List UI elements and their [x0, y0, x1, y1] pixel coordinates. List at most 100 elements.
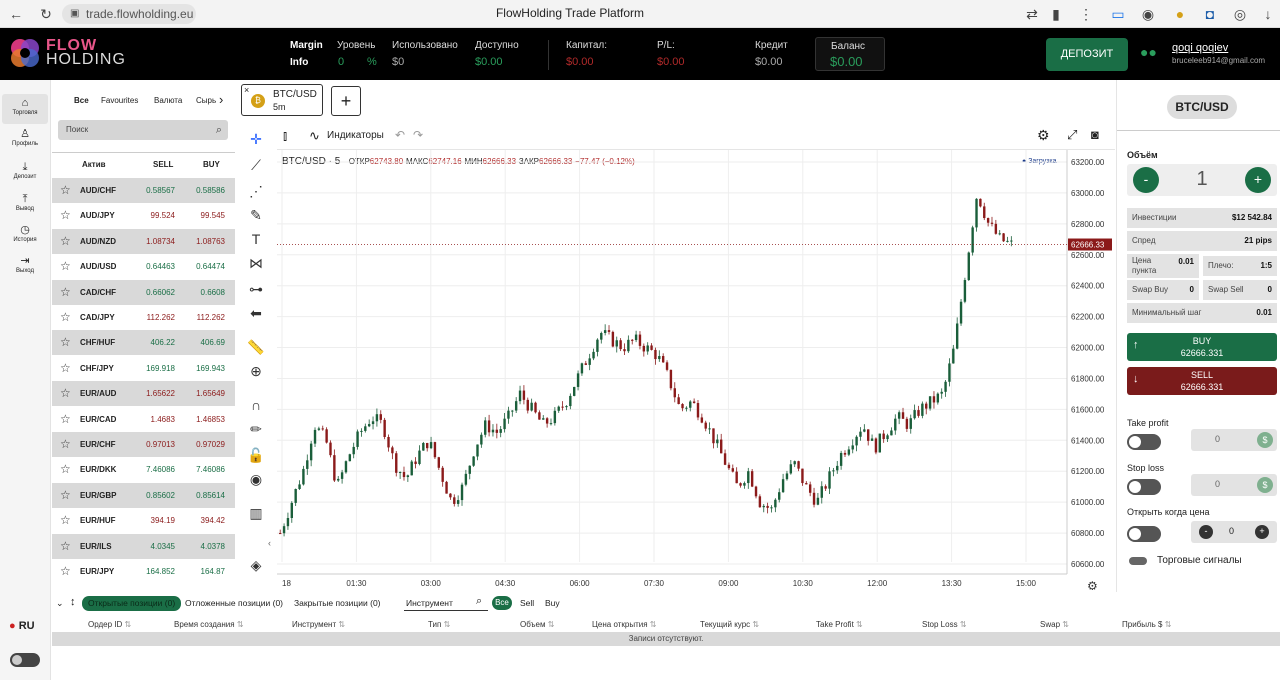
star-icon[interactable]: ☆: [60, 229, 71, 254]
market-row[interactable]: ☆ CAD/CHF 0.66062 0.6608: [52, 279, 235, 305]
zoom-in-icon[interactable]: ⊕: [247, 362, 265, 380]
column-header[interactable]: Цена открытия ⇅: [592, 620, 657, 629]
crosshair-icon[interactable]: ✛: [247, 130, 265, 148]
column-header[interactable]: Ордер ID ⇅: [88, 620, 131, 629]
market-row[interactable]: ☆ CAD/JPY 112.262 112.262: [52, 305, 235, 330]
sort-icon[interactable]: ⇅: [125, 620, 132, 629]
volume-stepper[interactable]: - 1 +: [1127, 164, 1277, 196]
market-row[interactable]: ☆ EUR/JPY 164.852 164.87: [52, 559, 235, 584]
open-when-plus[interactable]: +: [1255, 525, 1269, 539]
site-info-icon[interactable]: ▣: [70, 4, 79, 24]
star-icon[interactable]: ☆: [60, 330, 71, 355]
sell-price[interactable]: 394.19: [129, 508, 175, 533]
sell-button[interactable]: ↓ SELL 62666.331: [1127, 367, 1277, 395]
star-icon[interactable]: ☆: [60, 432, 71, 457]
reload-icon[interactable]: ↻: [38, 6, 54, 22]
filter-all[interactable]: Все: [492, 596, 512, 610]
sell-price[interactable]: 0.64463: [129, 254, 175, 279]
search-input[interactable]: Поиск ⌕: [58, 120, 228, 140]
column-header[interactable]: Объем ⇅: [520, 620, 554, 629]
magnet-icon[interactable]: ∩: [247, 396, 265, 414]
translate-icon[interactable]: ⇄: [1024, 6, 1040, 22]
market-row[interactable]: ☆ EUR/AUD 1.65622 1.65649: [52, 381, 235, 407]
fib-icon[interactable]: ⋰: [247, 182, 265, 200]
buy-price[interactable]: 169.943: [179, 356, 225, 381]
buy-price[interactable]: 0.97029: [179, 432, 225, 457]
star-icon[interactable]: ☆: [60, 559, 71, 584]
buy-price[interactable]: 112.262: [179, 305, 225, 330]
buy-button[interactable]: ↑ BUY 62666.331: [1127, 333, 1277, 361]
camera-ext-icon[interactable]: ◘: [1202, 6, 1218, 22]
sell-price[interactable]: 164.852: [129, 559, 175, 584]
pattern-icon[interactable]: ⋈: [247, 254, 265, 272]
sell-price[interactable]: 7.46086: [129, 457, 175, 482]
buy-price[interactable]: 164.87: [179, 559, 225, 584]
sell-price[interactable]: 0.97013: [129, 432, 175, 457]
sort-icon[interactable]: ⇅: [548, 620, 555, 629]
sort-icon[interactable]: ⇅: [237, 620, 244, 629]
column-header[interactable]: Swap ⇅: [1040, 620, 1069, 629]
star-icon[interactable]: ☆: [60, 483, 71, 508]
user-name[interactable]: qoqi qoqiev: [1172, 42, 1228, 54]
market-row[interactable]: ☆ AUD/NZD 1.08734 1.08763: [52, 228, 235, 254]
chat-icon[interactable]: ●●: [1140, 44, 1157, 60]
extension-icon[interactable]: ●: [1172, 6, 1188, 22]
search-icon[interactable]: ⌕: [216, 120, 222, 140]
sl-input[interactable]: 0 $: [1191, 474, 1277, 496]
theme-toggle[interactable]: [10, 653, 40, 667]
sort-icon[interactable]: ⇅: [960, 620, 967, 629]
nav-withdraw[interactable]: ⤒ Вывод: [2, 193, 48, 223]
sell-price[interactable]: 169.918: [129, 356, 175, 381]
market-row[interactable]: ☆ EUR/CAD 1.4683 1.46853: [52, 407, 235, 432]
trash-icon[interactable]: ▥: [247, 504, 265, 522]
star-icon[interactable]: ☆: [60, 305, 71, 330]
sell-price[interactable]: 0.58567: [129, 178, 175, 203]
sort-icon[interactable]: ⇅: [752, 620, 759, 629]
column-header[interactable]: Take Profit ⇅: [816, 620, 863, 629]
brush-icon[interactable]: ✎: [247, 206, 265, 224]
category-commodities[interactable]: Сырь: [196, 96, 216, 105]
tab-closed-positions[interactable]: Закрытые позиции (0): [294, 598, 381, 608]
buy-price[interactable]: 0.6608: [179, 280, 225, 305]
buy-price[interactable]: 99.545: [179, 203, 225, 228]
star-icon[interactable]: ☆: [60, 178, 71, 203]
star-icon[interactable]: ☆: [60, 280, 71, 305]
buy-price[interactable]: 394.42: [179, 508, 225, 533]
category-all[interactable]: Все: [74, 96, 89, 105]
market-row[interactable]: ☆ EUR/HUF 394.19 394.42: [52, 508, 235, 533]
tab-pending-positions[interactable]: Отложенные позиции (0): [185, 598, 283, 608]
column-header[interactable]: Время создания ⇅: [174, 620, 244, 629]
candle-type-icon[interactable]: ⫾: [283, 128, 287, 144]
filter-buy[interactable]: Buy: [545, 598, 560, 608]
resize-icon[interactable]: ↕: [70, 596, 76, 608]
lock-icon[interactable]: 🔓: [247, 446, 265, 464]
market-row[interactable]: ☆ CHF/HUF 406.22 406.69: [52, 330, 235, 356]
layers-icon[interactable]: ◈: [247, 556, 265, 574]
star-icon[interactable]: ☆: [60, 381, 71, 406]
collapse-icon[interactable]: ⌄: [56, 598, 64, 609]
audio-icon[interactable]: ◉: [1140, 6, 1156, 22]
tab-open-positions[interactable]: Открытые позиции (0): [82, 596, 182, 611]
chart-tab[interactable]: × ₿ BTC/USD 5m: [241, 84, 323, 116]
market-row[interactable]: ☆ EUR/CHF 0.97013 0.97029: [52, 432, 235, 457]
language-selector[interactable]: ● RU: [9, 620, 35, 632]
column-header[interactable]: Stop Loss ⇅: [922, 620, 967, 629]
star-icon[interactable]: ☆: [60, 203, 71, 228]
market-row[interactable]: ☆ EUR/DKK 7.46086 7.46086: [52, 457, 235, 482]
sort-icon[interactable]: ⇅: [1062, 620, 1069, 629]
column-header[interactable]: Инструмент ⇅: [292, 620, 345, 629]
screenshot-icon[interactable]: ◙: [1091, 127, 1099, 142]
star-icon[interactable]: ☆: [60, 407, 71, 432]
buy-price[interactable]: 0.58586: [179, 178, 225, 203]
market-row[interactable]: ☆ EUR/GBP 0.85602 0.85614: [52, 482, 235, 508]
volume-minus-button[interactable]: -: [1133, 167, 1159, 193]
menu-dots-icon[interactable]: ⋮: [1078, 6, 1094, 22]
market-row[interactable]: ☆ EUR/ILS 4.0345 4.0378: [52, 533, 235, 559]
buy-price[interactable]: 1.65649: [179, 381, 225, 406]
arrow-left-icon[interactable]: ⬅: [247, 304, 265, 322]
volume-value[interactable]: 1: [1187, 168, 1217, 191]
filter-sell[interactable]: Sell: [520, 598, 534, 608]
eye-icon[interactable]: ◉: [247, 470, 265, 488]
sort-icon[interactable]: ⇅: [444, 620, 451, 629]
tp-input[interactable]: 0 $: [1191, 429, 1277, 451]
